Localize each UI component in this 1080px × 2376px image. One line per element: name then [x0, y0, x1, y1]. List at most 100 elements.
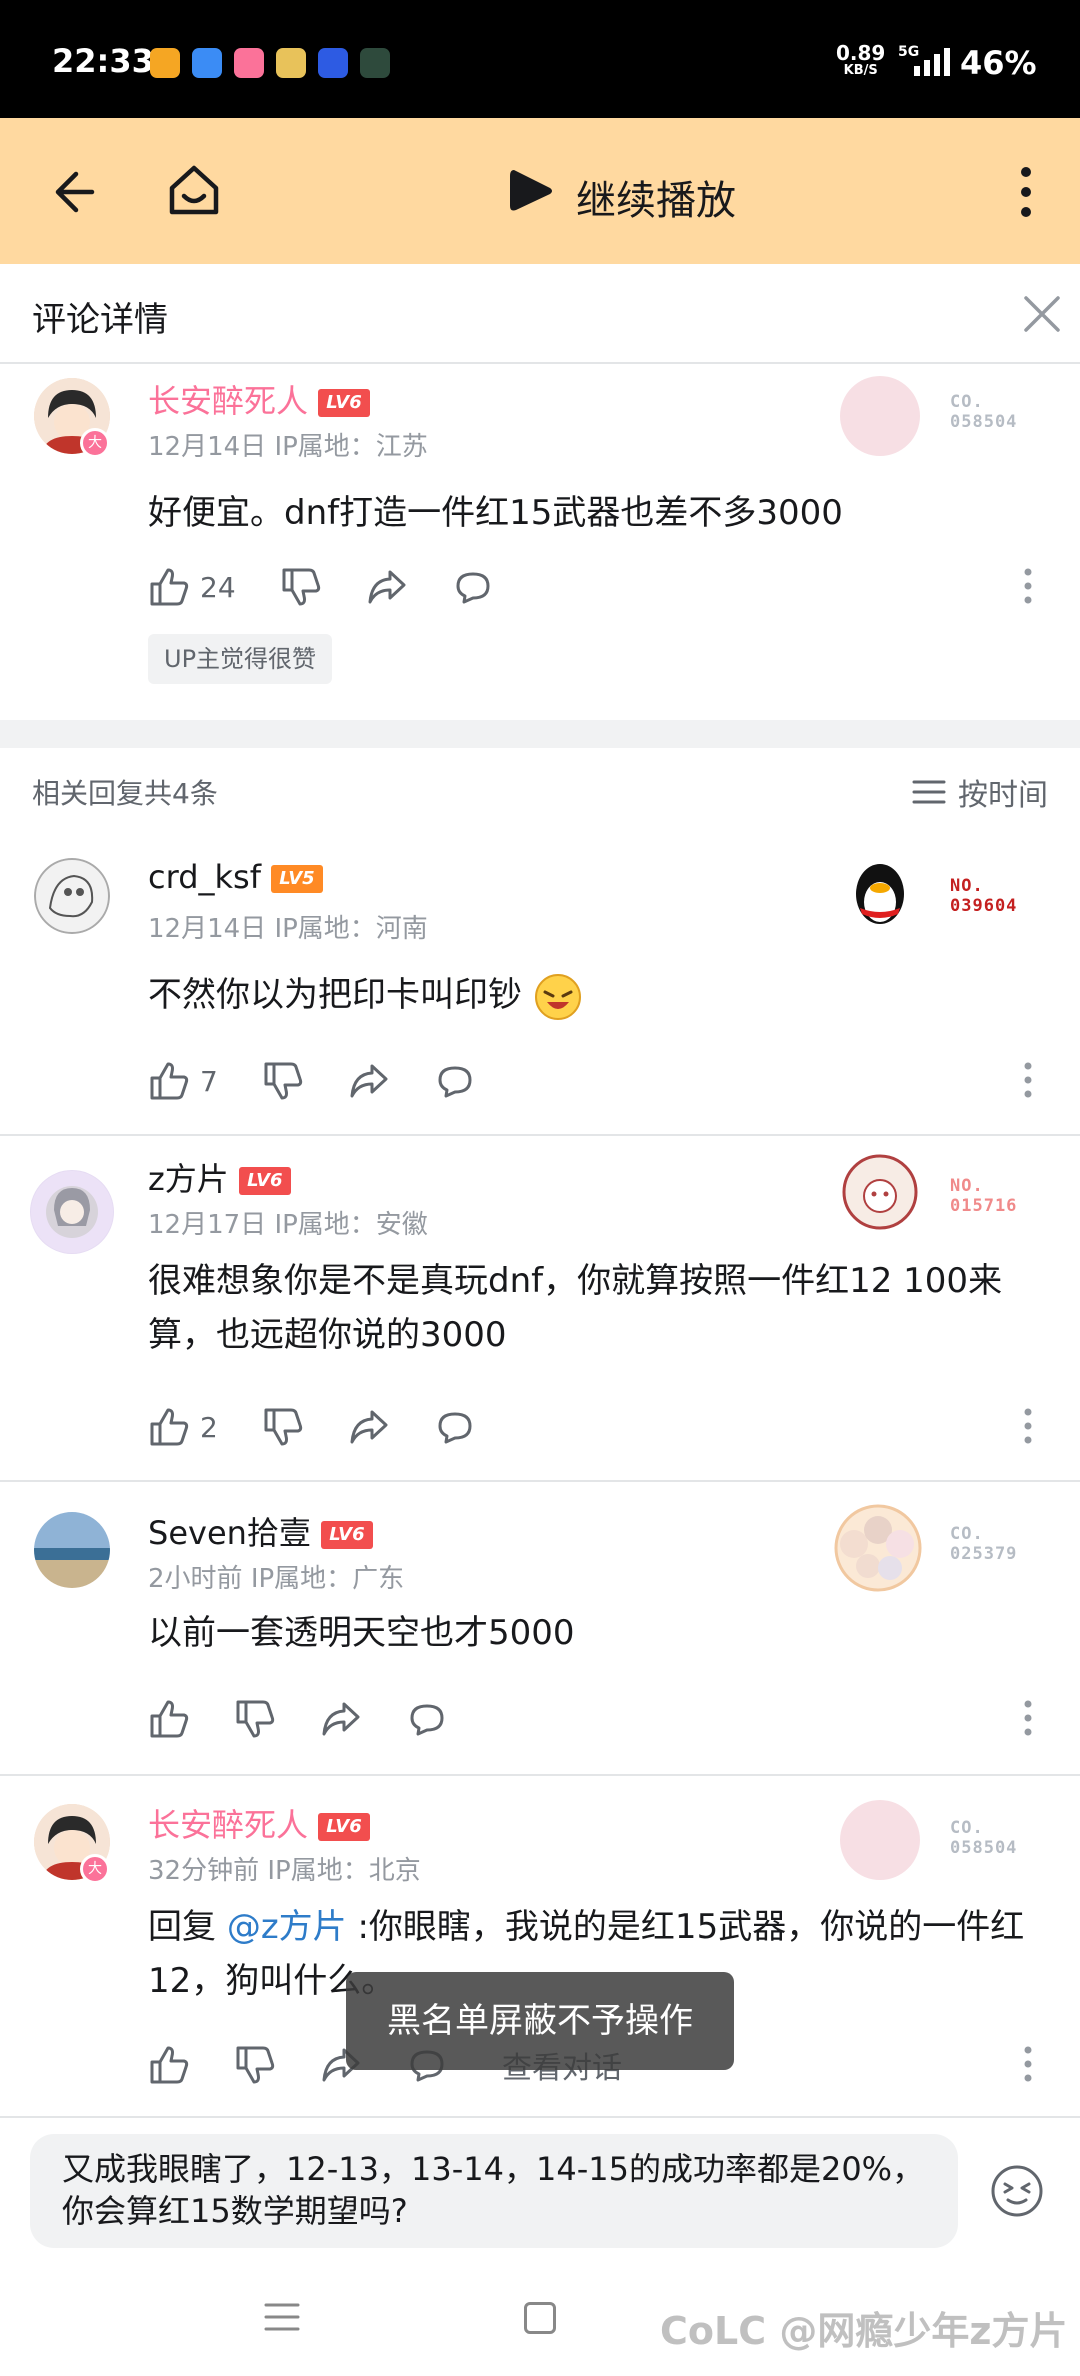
thumbs-up-icon: [150, 568, 189, 606]
sort-label: 按时间: [958, 778, 1048, 813]
laughing-emoji-icon: [534, 973, 581, 1020]
comment-icon: [438, 1412, 472, 1444]
comment-detail-header: 评论详情: [0, 264, 1080, 364]
username[interactable]: 长安醉死人 LV6: [148, 1800, 371, 1846]
reply-button[interactable]: [406, 1698, 448, 1740]
continue-playing-button[interactable]: 继续播放: [576, 168, 736, 226]
video-toolbar: 继续播放: [0, 118, 1080, 264]
like-button[interactable]: 2: [148, 1406, 218, 1448]
play-icon[interactable]: [506, 166, 556, 216]
vip-badge: 大: [80, 428, 110, 458]
dislike-button[interactable]: [234, 1698, 276, 1740]
vip-badge: 大: [80, 1854, 110, 1884]
section-gap: [0, 720, 1080, 748]
comment-text: 好便宜。dnf打造一件红15武器也差不多3000: [148, 493, 843, 533]
net-speed: 0.89 KB/S: [836, 43, 885, 80]
comment-text-content: 不然你以为把印卡叫印钞: [148, 975, 522, 1015]
comment-meta: 12月14日 IP属地：江苏: [148, 426, 428, 463]
like-count: 2: [200, 1410, 218, 1444]
app-notification-icon: [276, 48, 306, 78]
reply-button[interactable]: [434, 1060, 476, 1102]
share-icon: [368, 570, 406, 604]
fan-medal-icon[interactable]: [840, 1152, 920, 1232]
username-text[interactable]: 长安醉死人: [148, 1806, 308, 1844]
share-button[interactable]: [366, 566, 408, 608]
level-badge: LV6: [238, 1167, 291, 1195]
username[interactable]: Seven拾壹 LV6: [148, 1508, 373, 1554]
more-options-icon[interactable]: [1022, 1698, 1034, 1738]
comment-text: 不然你以为把印卡叫印钞: [148, 968, 1028, 1022]
home-icon[interactable]: [166, 162, 222, 218]
username-text[interactable]: 长安醉死人: [148, 382, 308, 420]
like-button[interactable]: [148, 1698, 190, 1740]
thumbs-down-icon: [264, 1062, 302, 1100]
username[interactable]: crd_ksf LV5: [148, 858, 323, 896]
mention-link[interactable]: @z方片: [227, 1907, 347, 1947]
like-count: 24: [200, 570, 236, 604]
username[interactable]: 长安醉死人 LV6: [148, 376, 371, 422]
thumbs-down-icon: [264, 1408, 302, 1446]
reply-button[interactable]: [452, 566, 494, 608]
like-button[interactable]: 7: [148, 1060, 218, 1102]
more-options-icon[interactable]: [1022, 1060, 1034, 1100]
comment-meta: 2小时前 IP属地：广东: [148, 1558, 404, 1595]
more-options-icon[interactable]: [1022, 566, 1034, 606]
dislike-button[interactable]: [262, 1406, 304, 1448]
home-nav-icon[interactable]: [524, 2302, 556, 2334]
fan-medal-icon[interactable]: [828, 1498, 928, 1598]
game-notification-icon: [360, 48, 390, 78]
share-button[interactable]: [348, 1406, 390, 1448]
comment-date: 12月14日: [148, 432, 267, 462]
fan-number-value: 039604: [950, 896, 1018, 916]
avatar[interactable]: [34, 1512, 110, 1588]
fan-number-value: 025379: [950, 1544, 1018, 1564]
comment-icon: [438, 1066, 472, 1098]
dislike-button[interactable]: [280, 566, 322, 608]
reply-input[interactable]: 又成我眼瞎了，12-13，13-14，14-15的成功率都是20%，你会算红15…: [30, 2134, 958, 2248]
emoji-icon[interactable]: [990, 2164, 1044, 2218]
comment-actions: [148, 1694, 492, 1744]
comment-actions: 24: [148, 562, 538, 612]
fan-number-label: CO.: [950, 1524, 984, 1544]
like-button[interactable]: [148, 2044, 190, 2086]
share-icon: [350, 1064, 388, 1098]
share-button[interactable]: [320, 1698, 362, 1740]
more-vertical-icon[interactable]: [1016, 164, 1036, 220]
recent-apps-icon[interactable]: [264, 2302, 300, 2332]
avatar[interactable]: [34, 858, 110, 934]
toast-message: 黑名单屏蔽不予操作: [346, 1972, 734, 2070]
username-text[interactable]: crd_ksf: [148, 858, 261, 896]
avatar-image: [31, 1171, 113, 1253]
battery-level: 46%: [960, 44, 1037, 82]
share-button[interactable]: [348, 1060, 390, 1102]
back-arrow-icon[interactable]: [46, 166, 98, 218]
comment-date: 2小时前: [148, 1564, 243, 1594]
fan-number: NO. 015716: [950, 1176, 1017, 1216]
more-options-icon[interactable]: [1022, 2044, 1034, 2084]
dislike-button[interactable]: [234, 2044, 276, 2086]
signal-icon: [914, 46, 950, 76]
thumbs-down-icon: [282, 568, 320, 606]
username-text[interactable]: z方片: [148, 1160, 229, 1198]
qq-penguin-icon[interactable]: [840, 854, 920, 934]
reply-button[interactable]: [434, 1406, 476, 1448]
comment-ip: IP属地：江苏: [274, 432, 428, 462]
share-icon: [322, 1702, 360, 1736]
up-liked-tag: UP主觉得很赞: [148, 634, 333, 684]
close-icon[interactable]: [1022, 294, 1062, 334]
avatar[interactable]: [30, 1170, 114, 1254]
username-text[interactable]: Seven拾壹: [148, 1514, 311, 1552]
more-options-icon[interactable]: [1022, 1406, 1034, 1446]
like-button[interactable]: 24: [148, 566, 236, 608]
dislike-button[interactable]: [262, 1060, 304, 1102]
reply-item: Seven拾壹 LV6 2小时前 IP属地：广东 CO. 025379 以前一套透…: [0, 1482, 1080, 1776]
fan-number: NO. 039604: [950, 876, 1017, 916]
fan-number-value: 058504: [950, 1838, 1018, 1858]
sort-button[interactable]: 按时间: [912, 770, 1048, 814]
fan-medal-icon[interactable]: [840, 376, 920, 456]
share-icon: [350, 1410, 388, 1444]
fan-number-label: NO.: [950, 1176, 984, 1196]
bilibili-notification-icon: [234, 48, 264, 78]
fan-medal-icon[interactable]: [840, 1800, 920, 1880]
username[interactable]: z方片 LV6: [148, 1154, 291, 1200]
